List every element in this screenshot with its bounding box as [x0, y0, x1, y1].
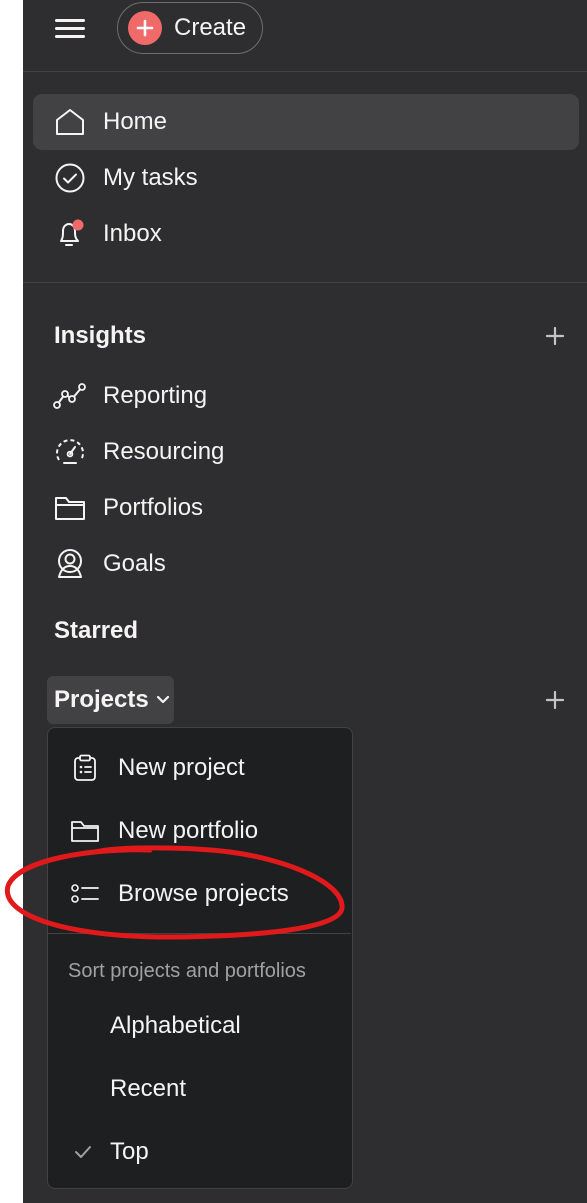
sort-option-alphabetical[interactable]: Alphabetical: [48, 996, 351, 1056]
plus-circle-icon: [128, 11, 162, 45]
starred-title: Starred: [54, 617, 139, 644]
create-button[interactable]: Create: [117, 2, 263, 54]
menu-item-new-project[interactable]: New project: [48, 737, 351, 799]
nav-label-inbox: Inbox: [103, 220, 162, 247]
nav-item-home[interactable]: Home: [33, 94, 579, 150]
nav-item-reporting[interactable]: Reporting: [33, 368, 579, 424]
chevron-down-icon: [156, 695, 170, 705]
gauge-icon: [53, 435, 87, 469]
notification-dot: [72, 219, 84, 231]
nav-label-my-tasks: My tasks: [103, 164, 198, 191]
nav-label-portfolios: Portfolios: [103, 494, 204, 521]
checkmark-icon: [68, 1144, 98, 1160]
nav-item-resourcing[interactable]: Resourcing: [33, 424, 579, 480]
home-icon: [53, 105, 87, 139]
line-chart-icon: [53, 379, 87, 413]
insights-title: Insights: [54, 322, 147, 349]
add-insight-plus-icon[interactable]: [541, 322, 569, 350]
projects-label: Projects: [54, 686, 149, 713]
nav-item-my-tasks[interactable]: My tasks: [33, 150, 579, 206]
menu-label-new-portfolio: New portfolio: [118, 817, 259, 844]
hamburger-icon[interactable]: [55, 14, 91, 46]
menu-divider: [48, 933, 351, 934]
add-project-plus-icon[interactable]: [541, 686, 569, 714]
sort-option-recent[interactable]: Recent: [48, 1059, 351, 1119]
list-icon: [70, 879, 100, 909]
divider: [23, 71, 587, 72]
sort-option-top[interactable]: Top: [48, 1122, 351, 1182]
nav-label-resourcing: Resourcing: [103, 438, 225, 465]
nav-label-goals: Goals: [103, 550, 166, 577]
folder-icon: [53, 491, 87, 525]
create-label: Create: [174, 14, 247, 41]
nav-item-portfolios[interactable]: Portfolios: [33, 480, 579, 536]
sort-heading: Sort projects and portfolios: [68, 960, 306, 982]
projects-dropdown-menu: New project New portfolio Browse project…: [47, 727, 353, 1189]
nav-item-goals[interactable]: Goals: [33, 536, 579, 592]
nav-item-inbox[interactable]: Inbox: [33, 206, 579, 262]
sort-label-top: Top: [110, 1138, 149, 1165]
nav-label-home: Home: [103, 108, 168, 135]
menu-label-browse-projects: Browse projects: [118, 880, 289, 907]
menu-item-new-portfolio[interactable]: New portfolio: [48, 800, 351, 862]
check-circle-icon: [53, 161, 87, 195]
sort-label-recent: Recent: [110, 1075, 187, 1102]
sort-label-alphabetical: Alphabetical: [110, 1012, 241, 1039]
goal-person-icon: [53, 547, 87, 581]
nav-label-reporting: Reporting: [103, 382, 208, 409]
menu-label-new-project: New project: [118, 754, 245, 781]
divider: [23, 282, 587, 283]
menu-item-browse-projects[interactable]: Browse projects: [48, 863, 351, 925]
bell-icon: [53, 217, 87, 251]
projects-dropdown-button[interactable]: Projects: [47, 676, 174, 724]
clipboard-icon: [70, 753, 100, 783]
folder-icon: [70, 816, 100, 846]
